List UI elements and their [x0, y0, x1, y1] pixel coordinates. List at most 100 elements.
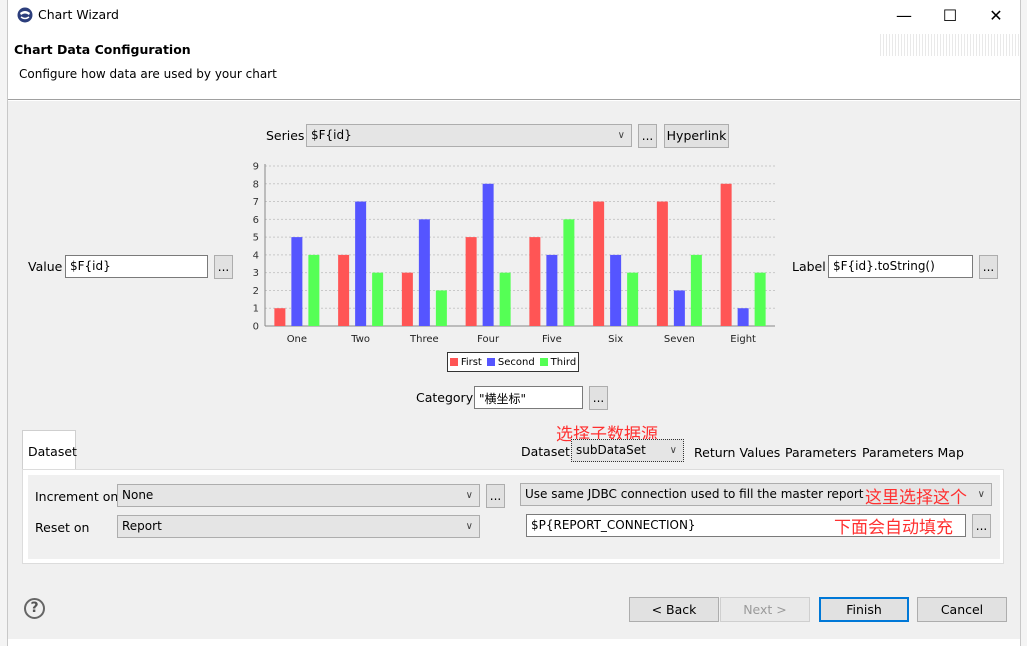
- y-tick-label: 8: [253, 179, 259, 190]
- right-window-edge: [1020, 0, 1027, 646]
- label-more-button[interactable]: ...: [979, 255, 998, 279]
- legend-swatch-second: [486, 358, 495, 366]
- bar-first-five: [529, 237, 541, 326]
- bar-third-three: [435, 290, 447, 326]
- bar-first-four: [465, 237, 477, 326]
- minimize-button[interactable]: —: [881, 0, 927, 31]
- bar-third-two: [372, 272, 384, 326]
- finish-button[interactable]: Finish: [819, 597, 909, 622]
- chevron-down-icon: ∨: [669, 445, 677, 456]
- chevron-down-icon: ∨: [617, 130, 625, 141]
- increment-label: Increment on: [35, 489, 119, 504]
- label-input[interactable]: $F{id}.toString(): [828, 255, 973, 278]
- bar-second-three: [418, 219, 430, 326]
- y-tick-label: 9: [253, 162, 259, 173]
- value-input[interactable]: $F{id}: [65, 255, 208, 278]
- bar-second-six: [610, 254, 622, 326]
- tab-dataset[interactable]: Dataset: [22, 430, 77, 470]
- eclipse-app-icon: [17, 7, 33, 23]
- increment-more-button[interactable]: ...: [486, 484, 505, 508]
- bar-third-six: [627, 272, 639, 326]
- bar-second-four: [482, 183, 494, 326]
- y-tick-label: 6: [253, 215, 259, 226]
- bar-chart: 0 1 2 3 4 5 6 7 8 9 One Two Three Four Five Six Seven Eig…: [253, 162, 775, 345]
- bar-first-three: [401, 272, 413, 326]
- close-button[interactable]: ✕: [973, 0, 1019, 31]
- series-label: Series: [266, 128, 305, 143]
- bar-second-eight: [737, 308, 749, 326]
- x-tick-label: Seven: [664, 334, 695, 345]
- y-tick-label: 5: [253, 233, 259, 244]
- value-more-button[interactable]: ...: [214, 255, 233, 279]
- x-tick-label: Six: [608, 334, 623, 345]
- bar-first-six: [593, 201, 605, 326]
- y-tick-label: 7: [253, 197, 259, 208]
- increment-combo[interactable]: None ∨: [117, 484, 480, 507]
- x-tick-label: Four: [477, 334, 500, 345]
- maximize-button[interactable]: ☐: [927, 0, 973, 31]
- window-title: Chart Wizard: [38, 7, 119, 22]
- annotation-select-here: 这里选择这个: [865, 488, 967, 508]
- x-tick-label: Two: [350, 334, 370, 345]
- bar-second-one: [291, 237, 303, 326]
- bar-third-five: [563, 219, 575, 326]
- y-tick-label: 0: [253, 322, 259, 333]
- x-tick-label: One: [287, 334, 307, 345]
- bar-first-one: [274, 308, 286, 326]
- chevron-down-icon: ∨: [465, 521, 473, 532]
- hyperlink-button[interactable]: Hyperlink: [664, 124, 729, 148]
- y-tick-label: 2: [253, 286, 259, 297]
- dataset-value: subDataSet: [576, 443, 646, 457]
- legend-item-first: First: [449, 356, 482, 368]
- y-tick-label: 4: [253, 250, 259, 261]
- page-description: Configure how data are used by your char…: [19, 67, 277, 81]
- category-label: Category: [416, 390, 474, 405]
- series-more-button[interactable]: ...: [638, 124, 657, 148]
- bar-second-five: [546, 254, 558, 326]
- legend-item-second: Second: [486, 356, 535, 368]
- page-title: Chart Data Configuration: [14, 42, 191, 57]
- connection-more-button[interactable]: ...: [972, 514, 991, 538]
- series-combo[interactable]: $F{id} ∨: [306, 124, 632, 147]
- label-label: Label: [792, 259, 826, 274]
- legend-item-third: Third: [539, 356, 577, 368]
- bar-third-one: [308, 254, 320, 326]
- bar-second-seven: [673, 290, 685, 326]
- increment-value: None: [122, 488, 154, 502]
- bar-first-seven: [656, 201, 668, 326]
- legend-swatch-third: [539, 358, 548, 366]
- annotation-auto-fill: 下面会自动填充: [834, 518, 953, 538]
- x-tick-label: Five: [542, 334, 562, 345]
- tab-parameters-map[interactable]: Parameters Map: [862, 445, 964, 460]
- cancel-button[interactable]: Cancel: [917, 597, 1007, 622]
- chevron-down-icon: ∨: [977, 489, 985, 500]
- connection-value: Use same JDBC connection used to fill th…: [525, 487, 864, 501]
- series-value: $F{id}: [311, 128, 352, 142]
- y-tick-label: 3: [253, 268, 259, 279]
- x-tick-label: Eight: [730, 334, 756, 345]
- legend-label-first: First: [460, 356, 482, 368]
- reset-combo[interactable]: Report ∨: [117, 515, 480, 538]
- bar-first-eight: [720, 183, 732, 326]
- y-tick-label: 1: [253, 304, 259, 315]
- dataset-combo[interactable]: subDataSet ∨: [571, 439, 684, 462]
- help-icon[interactable]: ?: [24, 598, 45, 619]
- chevron-down-icon: ∨: [465, 490, 473, 501]
- legend-label-second: Second: [497, 356, 535, 368]
- bar-third-seven: [690, 254, 702, 326]
- left-window-edge: [0, 0, 8, 646]
- bar-first-two: [338, 254, 350, 326]
- legend-label-third: Third: [550, 356, 577, 368]
- title-bar: [8, 0, 1020, 31]
- bar-third-eight: [754, 272, 766, 326]
- tab-parameters[interactable]: Parameters: [785, 445, 857, 460]
- tab-return-values[interactable]: Return Values: [694, 445, 780, 460]
- category-input[interactable]: "横坐标": [474, 386, 583, 409]
- back-button[interactable]: < Back: [629, 597, 719, 622]
- reset-value: Report: [122, 519, 162, 533]
- dataset-label: Dataset: [521, 444, 570, 459]
- legend-swatch-first: [449, 358, 458, 366]
- next-button: Next >: [720, 597, 810, 622]
- bar-second-two: [355, 201, 367, 326]
- category-more-button[interactable]: ...: [589, 386, 608, 410]
